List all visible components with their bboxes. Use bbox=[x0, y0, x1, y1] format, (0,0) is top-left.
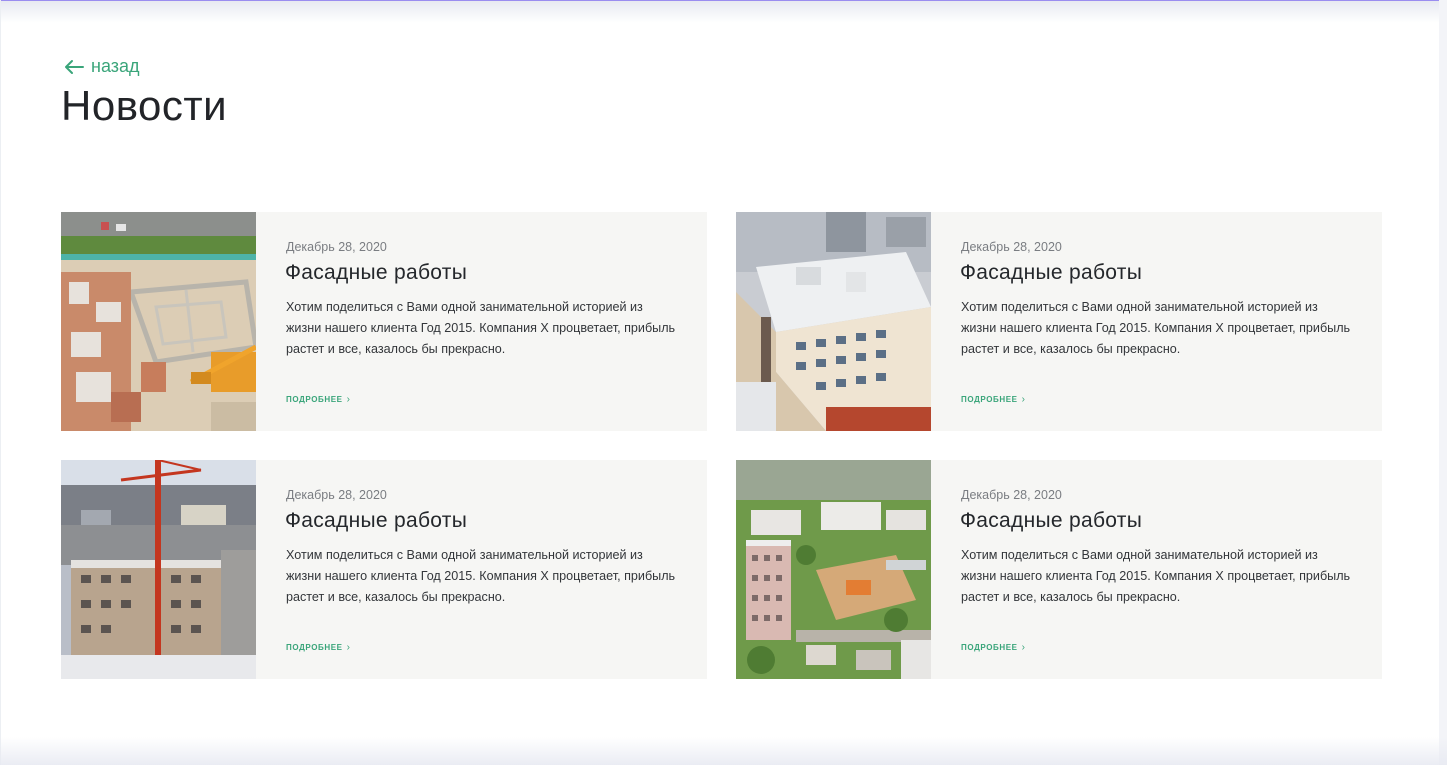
news-date: Декабрь 28, 2020 bbox=[286, 488, 387, 502]
back-link[interactable]: назад bbox=[63, 56, 140, 77]
read-more-label: ПОДРОБНЕЕ bbox=[286, 395, 343, 404]
news-image-foundation[interactable] bbox=[61, 212, 256, 431]
news-excerpt: Хотим поделиться с Вами одной заниматель… bbox=[961, 548, 1351, 604]
news-card[interactable]: Декабрь 28, 2020 Фасадные работы Хотим п… bbox=[61, 460, 707, 679]
news-card-body: Декабрь 28, 2020 Фасадные работы Хотим п… bbox=[931, 212, 1382, 431]
chevron-right-icon: › bbox=[1021, 642, 1026, 653]
chevron-right-icon: › bbox=[346, 642, 351, 653]
read-more-label: ПОДРОБНЕЕ bbox=[286, 643, 343, 652]
news-title[interactable]: Фасадные работы bbox=[960, 509, 1142, 533]
news-image-crane-winter[interactable] bbox=[61, 460, 256, 679]
read-more-link[interactable]: ПОДРОБНЕЕ › bbox=[961, 642, 1026, 653]
page-title: Новости bbox=[61, 82, 228, 129]
news-card-body: Декабрь 28, 2020 Фасадные работы Хотим п… bbox=[931, 460, 1382, 679]
news-image-building-roof[interactable] bbox=[736, 212, 931, 431]
read-more-link[interactable]: ПОДРОБНЕЕ › bbox=[961, 394, 1026, 405]
news-date: Декабрь 28, 2020 bbox=[286, 240, 387, 254]
news-card[interactable]: Декабрь 28, 2020 Фасадные работы Хотим п… bbox=[61, 212, 707, 431]
page-frame: назад Новости Декабрь 28, 2020 Фасадные … bbox=[0, 0, 1440, 765]
read-more-label: ПОДРОБНЕЕ bbox=[961, 643, 1018, 652]
news-card-body: Декабрь 28, 2020 Фасадные работы Хотим п… bbox=[256, 460, 707, 679]
arrow-left-icon bbox=[65, 59, 84, 74]
news-date: Декабрь 28, 2020 bbox=[961, 240, 1062, 254]
read-more-label: ПОДРОБНЕЕ bbox=[961, 395, 1018, 404]
news-excerpt: Хотим поделиться с Вами одной заниматель… bbox=[286, 300, 676, 356]
bottom-shadow bbox=[0, 737, 1447, 765]
news-title[interactable]: Фасадные работы bbox=[285, 509, 467, 533]
read-more-link[interactable]: ПОДРОБНЕЕ › bbox=[286, 642, 351, 653]
news-image-city-aerial[interactable] bbox=[736, 460, 931, 679]
back-link-label: назад bbox=[91, 56, 140, 76]
chevron-right-icon: › bbox=[346, 394, 351, 405]
news-card[interactable]: Декабрь 28, 2020 Фасадные работы Хотим п… bbox=[736, 212, 1382, 431]
news-excerpt: Хотим поделиться с Вами одной заниматель… bbox=[961, 300, 1351, 356]
news-card-body: Декабрь 28, 2020 Фасадные работы Хотим п… bbox=[256, 212, 707, 431]
news-excerpt: Хотим поделиться с Вами одной заниматель… bbox=[286, 548, 676, 604]
chevron-right-icon: › bbox=[1021, 394, 1026, 405]
right-edge-strip bbox=[1439, 0, 1447, 765]
read-more-link[interactable]: ПОДРОБНЕЕ › bbox=[286, 394, 351, 405]
news-card[interactable]: Декабрь 28, 2020 Фасадные работы Хотим п… bbox=[736, 460, 1382, 679]
news-title[interactable]: Фасадные работы bbox=[285, 261, 467, 285]
top-shadow bbox=[1, 1, 1440, 23]
news-title[interactable]: Фасадные работы bbox=[960, 261, 1142, 285]
news-date: Декабрь 28, 2020 bbox=[961, 488, 1062, 502]
